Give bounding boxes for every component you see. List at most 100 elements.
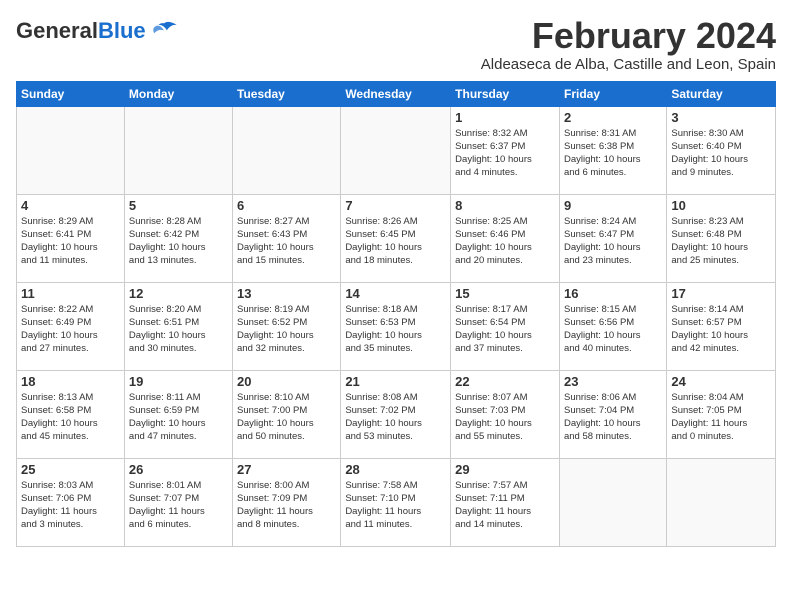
day-number: 25 <box>21 462 120 477</box>
day-info: Sunrise: 8:10 AM Sunset: 7:00 PM Dayligh… <box>237 391 336 444</box>
calendar-cell: 17 Sunrise: 8:14 AM Sunset: 6:57 PM Dayli… <box>667 282 776 370</box>
day-number: 15 <box>455 286 555 301</box>
day-info: Sunrise: 8:22 AM Sunset: 6:49 PM Dayligh… <box>21 303 120 356</box>
day-info: Sunrise: 8:31 AM Sunset: 6:38 PM Dayligh… <box>564 127 662 180</box>
day-info: Sunrise: 8:00 AM Sunset: 7:09 PM Dayligh… <box>237 479 336 532</box>
weekday-header-row: SundayMondayTuesdayWednesdayThursdayFrid… <box>17 81 776 106</box>
day-number: 4 <box>21 198 120 213</box>
day-number: 22 <box>455 374 555 389</box>
day-info: Sunrise: 8:04 AM Sunset: 7:05 PM Dayligh… <box>671 391 771 444</box>
calendar-cell: 25 Sunrise: 8:03 AM Sunset: 7:06 PM Dayli… <box>17 458 125 546</box>
day-number: 29 <box>455 462 555 477</box>
calendar-cell: 13 Sunrise: 8:19 AM Sunset: 6:52 PM Dayli… <box>233 282 341 370</box>
calendar-cell <box>17 106 125 194</box>
day-number: 27 <box>237 462 336 477</box>
calendar-cell: 11 Sunrise: 8:22 AM Sunset: 6:49 PM Dayli… <box>17 282 125 370</box>
calendar-cell: 5 Sunrise: 8:28 AM Sunset: 6:42 PM Daylig… <box>124 194 232 282</box>
day-info: Sunrise: 7:58 AM Sunset: 7:10 PM Dayligh… <box>345 479 446 532</box>
calendar-cell: 1 Sunrise: 8:32 AM Sunset: 6:37 PM Daylig… <box>451 106 560 194</box>
day-info: Sunrise: 8:14 AM Sunset: 6:57 PM Dayligh… <box>671 303 771 356</box>
location-title: Aldeaseca de Alba, Castille and Leon, Sp… <box>481 56 776 73</box>
day-number: 11 <box>21 286 120 301</box>
day-info: Sunrise: 8:08 AM Sunset: 7:02 PM Dayligh… <box>345 391 446 444</box>
day-info: Sunrise: 8:01 AM Sunset: 7:07 PM Dayligh… <box>129 479 228 532</box>
day-number: 7 <box>345 198 446 213</box>
page-header: GeneralBlue February 2024 Aldeaseca de A… <box>16 16 776 73</box>
day-number: 6 <box>237 198 336 213</box>
weekday-header-thursday: Thursday <box>451 81 560 106</box>
calendar-cell: 29 Sunrise: 7:57 AM Sunset: 7:11 PM Dayli… <box>451 458 560 546</box>
calendar-cell: 12 Sunrise: 8:20 AM Sunset: 6:51 PM Dayli… <box>124 282 232 370</box>
day-info: Sunrise: 8:06 AM Sunset: 7:04 PM Dayligh… <box>564 391 662 444</box>
day-info: Sunrise: 8:13 AM Sunset: 6:58 PM Dayligh… <box>21 391 120 444</box>
day-number: 12 <box>129 286 228 301</box>
weekday-header-wednesday: Wednesday <box>341 81 451 106</box>
day-number: 16 <box>564 286 662 301</box>
day-number: 20 <box>237 374 336 389</box>
day-number: 28 <box>345 462 446 477</box>
title-area: February 2024 Aldeaseca de Alba, Castill… <box>481 16 776 73</box>
calendar-week-2: 11 Sunrise: 8:22 AM Sunset: 6:49 PM Dayli… <box>17 282 776 370</box>
calendar-week-3: 18 Sunrise: 8:13 AM Sunset: 6:58 PM Dayli… <box>17 370 776 458</box>
logo-bird-icon <box>150 20 178 38</box>
day-number: 3 <box>671 110 771 125</box>
calendar-cell <box>559 458 666 546</box>
weekday-header-sunday: Sunday <box>17 81 125 106</box>
calendar-cell: 22 Sunrise: 8:07 AM Sunset: 7:03 PM Dayli… <box>451 370 560 458</box>
calendar-cell <box>233 106 341 194</box>
calendar-cell: 7 Sunrise: 8:26 AM Sunset: 6:45 PM Daylig… <box>341 194 451 282</box>
calendar-cell <box>667 458 776 546</box>
calendar-cell: 4 Sunrise: 8:29 AM Sunset: 6:41 PM Daylig… <box>17 194 125 282</box>
calendar-cell: 16 Sunrise: 8:15 AM Sunset: 6:56 PM Dayli… <box>559 282 666 370</box>
weekday-header-monday: Monday <box>124 81 232 106</box>
calendar-cell: 23 Sunrise: 8:06 AM Sunset: 7:04 PM Dayli… <box>559 370 666 458</box>
calendar-cell: 24 Sunrise: 8:04 AM Sunset: 7:05 PM Dayli… <box>667 370 776 458</box>
day-info: Sunrise: 8:07 AM Sunset: 7:03 PM Dayligh… <box>455 391 555 444</box>
day-number: 21 <box>345 374 446 389</box>
day-number: 9 <box>564 198 662 213</box>
calendar-cell: 10Sunrise: 8:23 AM Sunset: 6:48 PM Dayli… <box>667 194 776 282</box>
calendar-cell: 2 Sunrise: 8:31 AM Sunset: 6:38 PM Daylig… <box>559 106 666 194</box>
day-info: Sunrise: 8:32 AM Sunset: 6:37 PM Dayligh… <box>455 127 555 180</box>
calendar-cell: 26 Sunrise: 8:01 AM Sunset: 7:07 PM Dayli… <box>124 458 232 546</box>
day-number: 1 <box>455 110 555 125</box>
day-number: 17 <box>671 286 771 301</box>
day-number: 2 <box>564 110 662 125</box>
weekday-header-saturday: Saturday <box>667 81 776 106</box>
day-info: Sunrise: 8:19 AM Sunset: 6:52 PM Dayligh… <box>237 303 336 356</box>
day-number: 5 <box>129 198 228 213</box>
day-info: Sunrise: 8:15 AM Sunset: 6:56 PM Dayligh… <box>564 303 662 356</box>
calendar-cell: 27 Sunrise: 8:00 AM Sunset: 7:09 PM Dayli… <box>233 458 341 546</box>
month-title: February 2024 <box>481 16 776 56</box>
day-number: 19 <box>129 374 228 389</box>
day-info: Sunrise: 8:20 AM Sunset: 6:51 PM Dayligh… <box>129 303 228 356</box>
day-info: Sunrise: 8:11 AM Sunset: 6:59 PM Dayligh… <box>129 391 228 444</box>
day-info: Sunrise: 8:03 AM Sunset: 7:06 PM Dayligh… <box>21 479 120 532</box>
day-info: Sunrise: 8:28 AM Sunset: 6:42 PM Dayligh… <box>129 215 228 268</box>
day-info: Sunrise: 8:29 AM Sunset: 6:41 PM Dayligh… <box>21 215 120 268</box>
day-number: 23 <box>564 374 662 389</box>
day-info: Sunrise: 7:57 AM Sunset: 7:11 PM Dayligh… <box>455 479 555 532</box>
calendar-week-1: 4 Sunrise: 8:29 AM Sunset: 6:41 PM Daylig… <box>17 194 776 282</box>
day-number: 24 <box>671 374 771 389</box>
day-info: Sunrise: 8:18 AM Sunset: 6:53 PM Dayligh… <box>345 303 446 356</box>
calendar-cell: 28 Sunrise: 7:58 AM Sunset: 7:10 PM Dayli… <box>341 458 451 546</box>
calendar-cell: 15 Sunrise: 8:17 AM Sunset: 6:54 PM Dayli… <box>451 282 560 370</box>
calendar-table: SundayMondayTuesdayWednesdayThursdayFrid… <box>16 81 776 547</box>
day-info: Sunrise: 8:26 AM Sunset: 6:45 PM Dayligh… <box>345 215 446 268</box>
day-number: 26 <box>129 462 228 477</box>
day-number: 18 <box>21 374 120 389</box>
logo-text: GeneralBlue <box>16 20 146 42</box>
day-info: Sunrise: 8:17 AM Sunset: 6:54 PM Dayligh… <box>455 303 555 356</box>
calendar-cell <box>124 106 232 194</box>
day-number: 13 <box>237 286 336 301</box>
day-info: Sunrise: 8:25 AM Sunset: 6:46 PM Dayligh… <box>455 215 555 268</box>
day-number: 10 <box>671 198 771 213</box>
day-info: Sunrise: 8:27 AM Sunset: 6:43 PM Dayligh… <box>237 215 336 268</box>
calendar-cell: 20 Sunrise: 8:10 AM Sunset: 7:00 PM Dayli… <box>233 370 341 458</box>
calendar-cell: 8Sunrise: 8:25 AM Sunset: 6:46 PM Daylig… <box>451 194 560 282</box>
calendar-cell: 3Sunrise: 8:30 AM Sunset: 6:40 PM Daylig… <box>667 106 776 194</box>
day-number: 14 <box>345 286 446 301</box>
calendar-week-4: 25 Sunrise: 8:03 AM Sunset: 7:06 PM Dayli… <box>17 458 776 546</box>
calendar-cell: 9Sunrise: 8:24 AM Sunset: 6:47 PM Daylig… <box>559 194 666 282</box>
